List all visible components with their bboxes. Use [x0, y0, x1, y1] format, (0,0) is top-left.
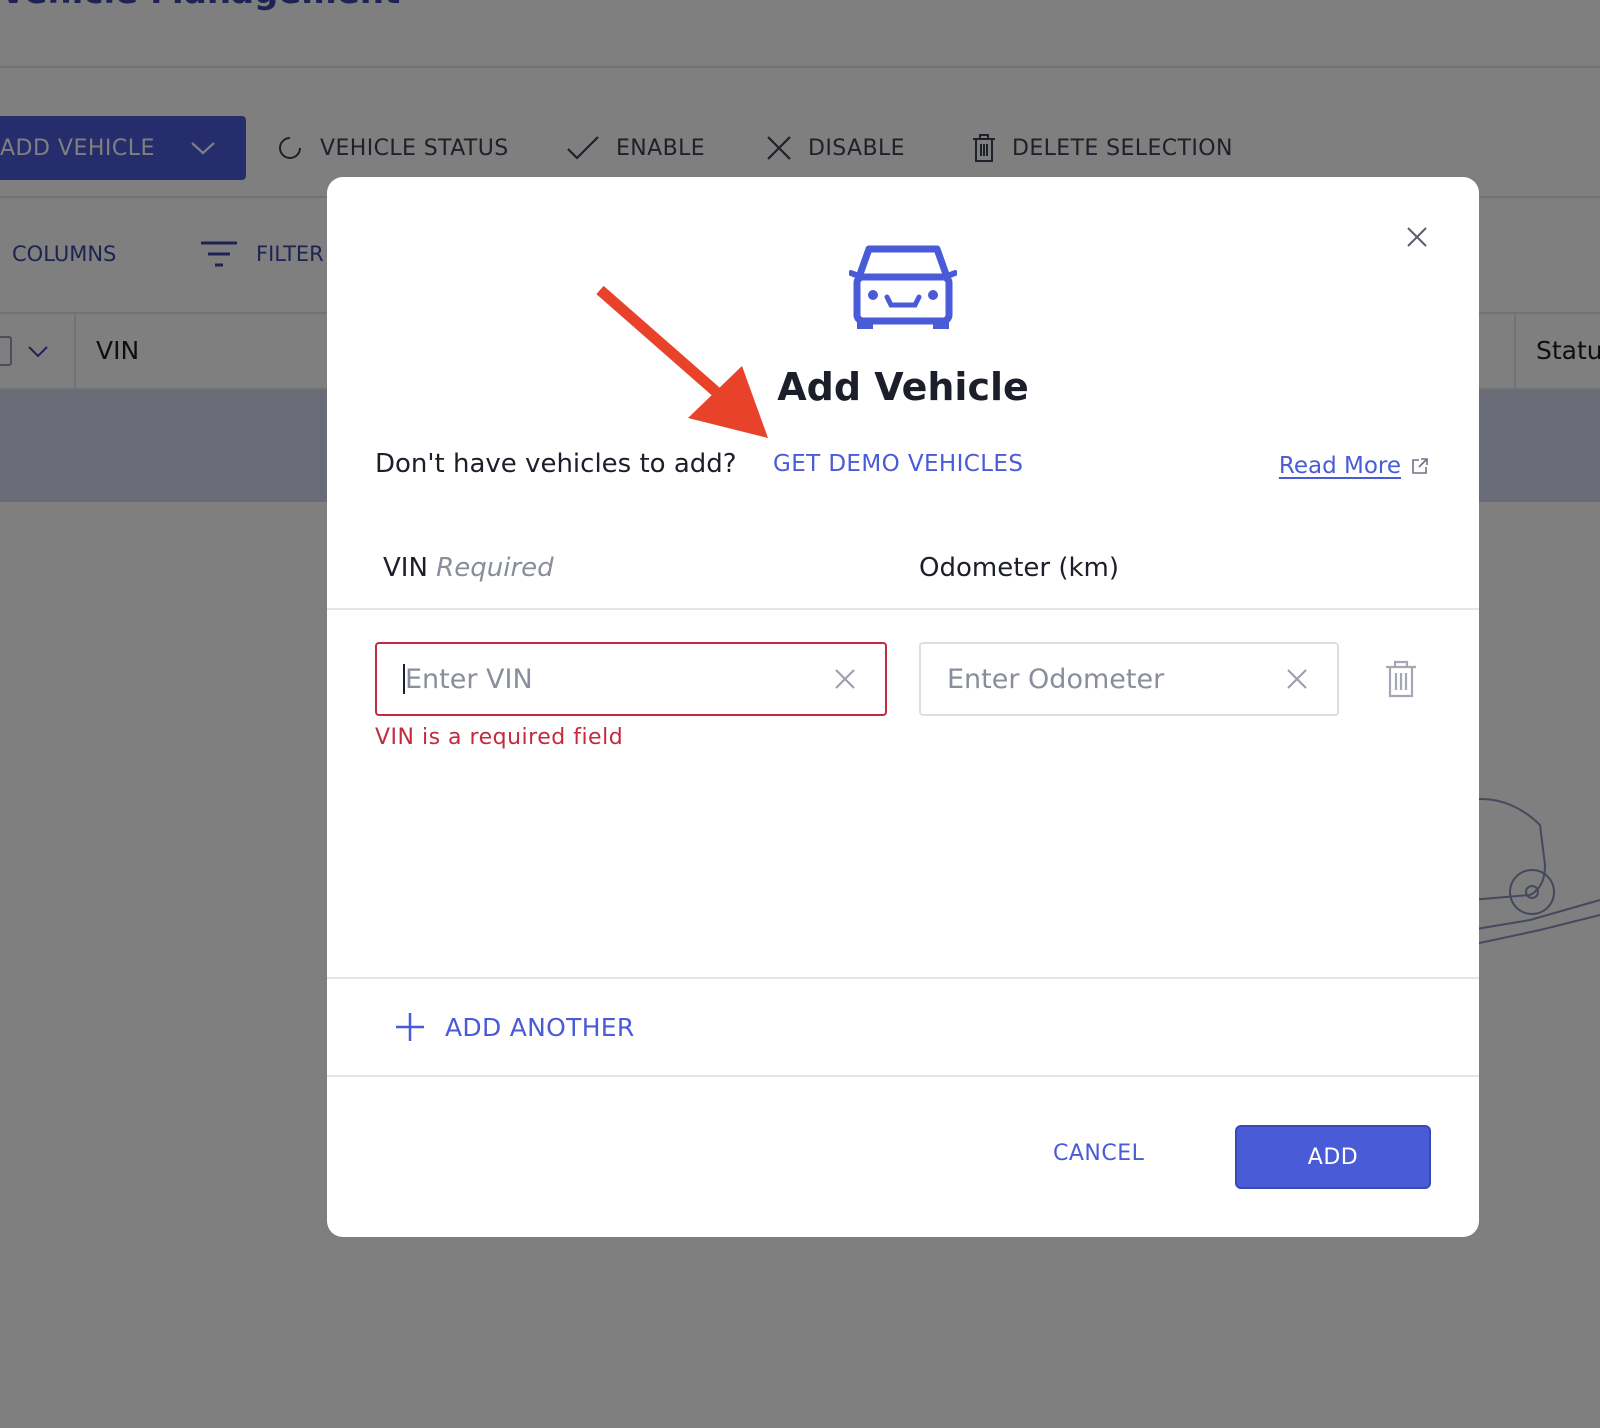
get-demo-vehicles-link[interactable]: GET DEMO VEHICLES	[773, 451, 1023, 477]
vin-input[interactable]: Enter VIN	[375, 642, 887, 716]
close-icon[interactable]	[1399, 219, 1435, 255]
clear-icon[interactable]	[831, 665, 859, 693]
vin-column-label: VIN Required	[383, 553, 554, 583]
odometer-input[interactable]: Enter Odometer	[919, 642, 1339, 716]
odometer-placeholder: Enter Odometer	[947, 663, 1165, 695]
cancel-button[interactable]: CANCEL	[1053, 1141, 1144, 1166]
clear-icon[interactable]	[1283, 665, 1311, 693]
header-divider	[327, 608, 1479, 610]
add-button[interactable]: ADD	[1235, 1125, 1431, 1189]
odometer-column-label: Odometer (km)	[919, 553, 1120, 583]
rows-divider	[327, 977, 1479, 979]
annotation-arrow	[596, 285, 768, 438]
add-another-button[interactable]: ADD ANOTHER	[395, 1012, 635, 1042]
add-vehicle-dialog: Add Vehicle Don't have vehicles to add? …	[327, 177, 1479, 1237]
vin-label: VIN	[383, 553, 428, 583]
dialog-title: Add Vehicle	[777, 365, 1029, 409]
helper-question: Don't have vehicles to add?	[375, 449, 737, 479]
external-link-icon	[1412, 458, 1428, 474]
car-icon	[849, 245, 957, 329]
trash-icon[interactable]	[1384, 659, 1418, 699]
read-more-link[interactable]: Read More	[1279, 453, 1429, 479]
vin-error-message: VIN is a required field	[375, 725, 624, 750]
read-more-label: Read More	[1278, 453, 1401, 479]
add-another-label: ADD ANOTHER	[445, 1012, 635, 1042]
required-hint: Required	[436, 553, 554, 583]
plus-icon	[396, 1013, 424, 1041]
footer-divider	[327, 1075, 1479, 1077]
vin-placeholder: Enter VIN	[405, 663, 533, 695]
